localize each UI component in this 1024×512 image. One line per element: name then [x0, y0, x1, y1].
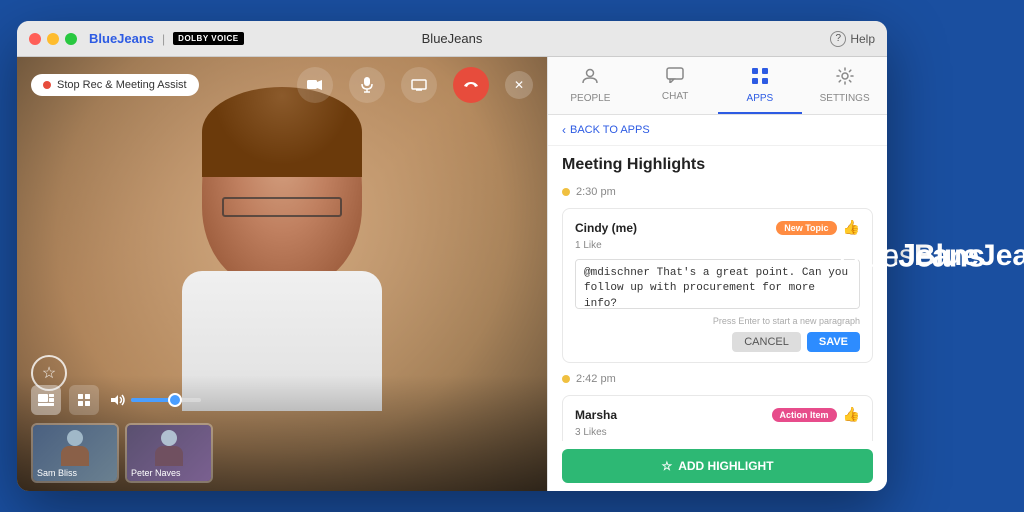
rec-indicator [43, 81, 51, 89]
bluejeans-brand-text: BlueJeans [838, 238, 984, 275]
participant-thumb-1[interactable]: Sam Bliss [31, 423, 119, 483]
participant-name-2: Peter Naves [131, 468, 181, 478]
video-top-bar: Stop Rec & Meeting Assist [17, 67, 547, 103]
help-area[interactable]: ? Help [830, 31, 875, 47]
time-dot-2 [562, 375, 570, 383]
time-dot-1 [562, 188, 570, 196]
speaker-view-button[interactable] [31, 385, 61, 415]
tab-people-label: PEOPLE [570, 93, 610, 104]
video-bottom-area: Sam Bliss Peter Naves [17, 375, 547, 491]
mic-button[interactable] [349, 67, 385, 103]
window-controls[interactable] [29, 33, 77, 45]
tag-new-topic: New Topic [776, 221, 836, 235]
minimize-window-button[interactable] [47, 33, 59, 45]
window-title: BlueJeans [422, 31, 483, 46]
screen-share-button[interactable] [401, 67, 437, 103]
tab-settings-label: SETTINGS [820, 93, 870, 104]
settings-icon [836, 67, 854, 90]
save-button[interactable]: SAVE [807, 332, 860, 352]
participant-name-1: Sam Bliss [37, 468, 77, 478]
highlight-card-cindy: Cindy (me) New Topic 👍 1 Like @mdischner… [562, 208, 873, 363]
time-marker-1: 2:30 pm [562, 186, 873, 198]
video-controls-top[interactable]: ✕ [297, 67, 533, 103]
participant-thumbnails: Sam Bliss Peter Naves [31, 423, 533, 483]
edit-area-cindy: @mdischner That's a great point. Can you… [575, 259, 860, 352]
card-author-cindy: Cindy (me) [575, 221, 637, 235]
help-label[interactable]: Help [850, 32, 875, 46]
people-icon [581, 67, 599, 90]
add-highlight-label: ADD HIGHLIGHT [678, 459, 773, 473]
title-bar: BlueJeans | DOLBY VOICE BlueJeans ? Help [17, 21, 887, 57]
tab-chat[interactable]: CHAT [633, 57, 718, 114]
volume-thumb[interactable] [168, 393, 182, 407]
card-author-marsha: Marsha [575, 408, 617, 422]
highlight-card-marsha: Marsha Action Item 👍 3 Likes [562, 395, 873, 441]
tab-settings[interactable]: SETTINGS [802, 57, 887, 114]
edit-buttons[interactable]: CANCEL SAVE [575, 332, 860, 352]
close-window-button[interactable] [29, 33, 41, 45]
video-panel: Stop Rec & Meeting Assist [17, 57, 547, 491]
time-label-1: 2:30 pm [576, 186, 616, 198]
panel-title: Meeting Highlights [562, 156, 873, 174]
maximize-window-button[interactable] [65, 33, 77, 45]
right-panel: PEOPLE CHAT APPS [547, 57, 887, 491]
bluejeans-brand-area: BlueJeans [838, 238, 984, 275]
volume-slider[interactable] [111, 394, 201, 406]
like-button-marsha[interactable]: 👍 [843, 406, 860, 423]
volume-track[interactable] [131, 398, 201, 402]
panel-content: Meeting Highlights 2:30 pm Cindy (me) Ne… [548, 146, 887, 441]
help-icon: ? [830, 31, 846, 47]
rec-button[interactable]: Stop Rec & Meeting Assist [31, 74, 199, 96]
card-likes-cindy: 1 Like [575, 240, 860, 251]
card-header-marsha: Marsha Action Item 👍 [575, 406, 860, 423]
back-to-apps-link[interactable]: ‹ BACK TO APPS [548, 115, 887, 146]
end-call-button[interactable] [453, 67, 489, 103]
tab-apps-label: APPS [747, 93, 774, 104]
tab-chat-label: CHAT [662, 91, 688, 102]
card-likes-marsha: 3 Likes [575, 427, 860, 438]
back-label: BACK TO APPS [570, 124, 650, 136]
chat-icon [666, 67, 684, 88]
rec-label: Stop Rec & Meeting Assist [57, 79, 187, 91]
dolby-badge: DOLBY VOICE [173, 32, 243, 45]
add-highlight-button[interactable]: ☆ ADD HIGHLIGHT [562, 449, 873, 483]
volume-fill [131, 398, 170, 402]
grid-view-button[interactable] [69, 385, 99, 415]
tab-apps[interactable]: APPS [718, 57, 803, 114]
camera-button[interactable] [297, 67, 333, 103]
add-highlight-star-icon: ☆ [661, 459, 672, 473]
bluejeans-logo: BlueJeans [89, 31, 154, 46]
edit-hint: Press Enter to start a new paragraph [575, 316, 860, 326]
close-video-button[interactable]: ✕ [505, 71, 533, 99]
card-header-cindy: Cindy (me) New Topic 👍 [575, 219, 860, 236]
view-controls[interactable] [31, 385, 533, 415]
cancel-button[interactable]: CANCEL [732, 332, 801, 352]
tab-people[interactable]: PEOPLE [548, 57, 633, 114]
tag-action-item: Action Item [772, 408, 837, 422]
back-chevron-icon: ‹ [562, 123, 566, 137]
apps-icon [751, 67, 769, 90]
brand-separator: | [162, 32, 165, 46]
time-label-2: 2:42 pm [576, 373, 616, 385]
participant-thumb-2[interactable]: Peter Naves [125, 423, 213, 483]
like-button-cindy[interactable]: 👍 [843, 219, 860, 236]
edit-textarea-cindy[interactable]: @mdischner That's a great point. Can you… [575, 259, 860, 309]
title-bar-brand: BlueJeans | DOLBY VOICE [89, 31, 244, 46]
time-marker-2: 2:42 pm [562, 373, 873, 385]
nav-tabs[interactable]: PEOPLE CHAT APPS [548, 57, 887, 115]
